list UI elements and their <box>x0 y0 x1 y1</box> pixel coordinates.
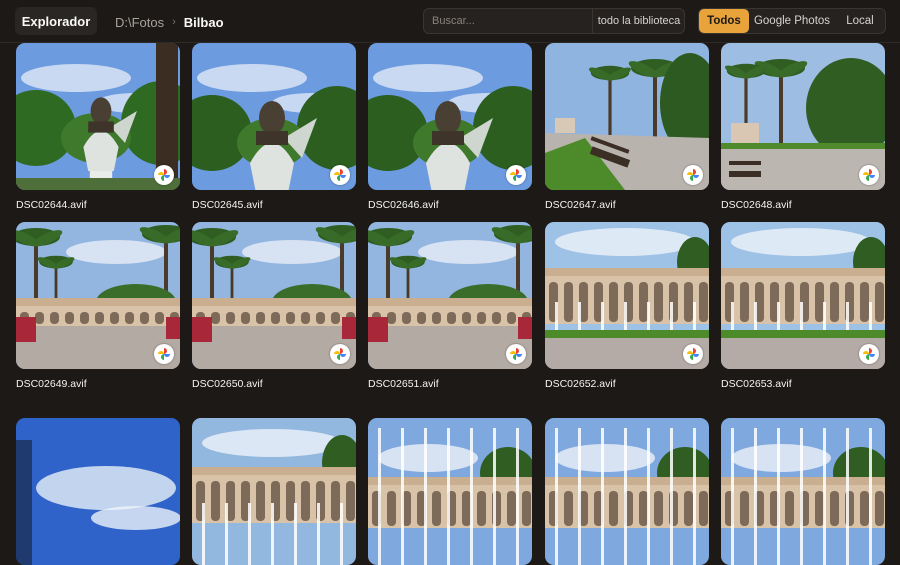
app-title[interactable]: Explorador <box>15 7 97 35</box>
photo-thumbnail[interactable] <box>16 43 180 190</box>
photo-filename: DSC02653.avif <box>721 378 792 390</box>
photo-thumbnail[interactable] <box>192 418 356 565</box>
photo-thumbnail[interactable] <box>16 418 180 565</box>
search-scope-button[interactable]: todo la biblioteca <box>593 9 685 33</box>
photo-filename: DSC02651.avif <box>368 378 439 390</box>
filter-local-button[interactable]: Local <box>835 9 885 33</box>
photo-image <box>721 418 885 565</box>
google-photos-icon <box>683 165 703 185</box>
photo-thumbnail[interactable] <box>721 43 885 190</box>
photo-thumbnail[interactable] <box>721 418 885 565</box>
photo-filename: DSC02650.avif <box>192 378 263 390</box>
photo-grid: DSC02644.avif DSC02645.avif DSC02646.avif D… <box>0 0 900 565</box>
photo-thumbnail[interactable] <box>16 222 180 369</box>
breadcrumb-separator: › <box>172 16 176 28</box>
photo-filename: DSC02648.avif <box>721 199 792 211</box>
photo-filename: DSC02652.avif <box>545 378 616 390</box>
breadcrumb: D:\Fotos › Bilbao <box>115 13 224 31</box>
photo-filename: DSC02647.avif <box>545 199 616 211</box>
photo-filename: DSC02645.avif <box>192 199 263 211</box>
photo-thumbnail[interactable] <box>192 43 356 190</box>
search-box: todo la biblioteca <box>423 8 685 34</box>
photo-thumbnail[interactable] <box>368 222 532 369</box>
photo-thumbnail[interactable] <box>721 222 885 369</box>
top-bar: Explorador D:\Fotos › Bilbao todo la bib… <box>0 0 900 43</box>
source-filter: Todos Google Photos Local <box>698 8 886 34</box>
google-photos-icon <box>859 165 879 185</box>
photo-thumbnail[interactable] <box>545 43 709 190</box>
google-photos-icon <box>506 165 526 185</box>
google-photos-icon <box>683 344 703 364</box>
photo-image <box>545 418 709 565</box>
photo-thumbnail[interactable] <box>368 43 532 190</box>
google-photos-icon <box>506 344 526 364</box>
photo-thumbnail[interactable] <box>545 222 709 369</box>
search-input[interactable] <box>424 9 600 33</box>
photo-image <box>368 418 532 565</box>
google-photos-icon <box>154 165 174 185</box>
breadcrumb-current: Bilbao <box>183 14 224 30</box>
filter-google-photos-button[interactable]: Google Photos <box>749 9 835 33</box>
photo-thumbnail[interactable] <box>192 222 356 369</box>
breadcrumb-root[interactable]: D:\Fotos <box>115 15 164 30</box>
google-photos-icon <box>330 165 350 185</box>
google-photos-icon <box>154 344 174 364</box>
google-photos-icon <box>330 344 350 364</box>
filter-todos-button[interactable]: Todos <box>699 9 749 33</box>
google-photos-icon <box>859 344 879 364</box>
photo-image <box>192 418 356 565</box>
photo-filename: DSC02649.avif <box>16 378 87 390</box>
photo-filename: DSC02646.avif <box>368 199 439 211</box>
photo-thumbnail[interactable] <box>368 418 532 565</box>
photo-image <box>16 418 180 565</box>
photo-filename: DSC02644.avif <box>16 199 87 211</box>
photo-thumbnail[interactable] <box>545 418 709 565</box>
